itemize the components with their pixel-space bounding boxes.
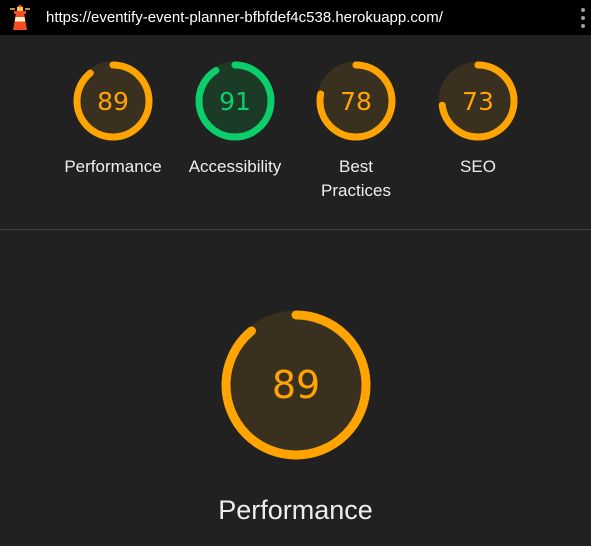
gauge-label: Accessibility bbox=[188, 157, 282, 176]
lighthouse-icon bbox=[10, 4, 30, 30]
divider bbox=[0, 229, 591, 230]
gauge-ring: 73 bbox=[438, 61, 518, 141]
report-url[interactable]: https://eventify-event-planner-bfbfdef4c… bbox=[46, 9, 443, 26]
gauge-score: 73 bbox=[462, 87, 494, 116]
gauge-label: SEO bbox=[460, 157, 496, 176]
gauge-ring: 91 bbox=[195, 61, 275, 141]
gauge-ring-large: 89 bbox=[221, 310, 370, 460]
gauge-score: 89 bbox=[97, 87, 129, 116]
selected-category-title: Performance bbox=[218, 495, 373, 525]
gauge-best-practices[interactable]: 78 Best Practices bbox=[306, 59, 406, 203]
gauge-seo[interactable]: 73 SEO bbox=[428, 59, 528, 179]
more-vertical-icon[interactable] bbox=[575, 4, 591, 32]
gauge-accessibility[interactable]: 91 Accessibility bbox=[185, 59, 285, 179]
gauge-ring: 78 bbox=[316, 61, 396, 141]
gauge-label: Performance bbox=[64, 157, 162, 176]
category-gauges: 89 Performance 91 Accessibility 78 Best … bbox=[0, 35, 591, 230]
gauge-ring: 89 bbox=[73, 61, 153, 141]
browser-bar: https://eventify-event-planner-bfbfdef4c… bbox=[0, 0, 591, 35]
gauge-score: 91 bbox=[219, 87, 251, 116]
gauge-label: Best Practices bbox=[321, 157, 391, 200]
gauge-performance[interactable]: 89 Performance bbox=[63, 59, 163, 179]
gauge-score-large: 89 bbox=[271, 363, 319, 407]
gauge-score: 78 bbox=[340, 87, 372, 116]
selected-category-gauge: 89 Performance bbox=[0, 305, 591, 526]
